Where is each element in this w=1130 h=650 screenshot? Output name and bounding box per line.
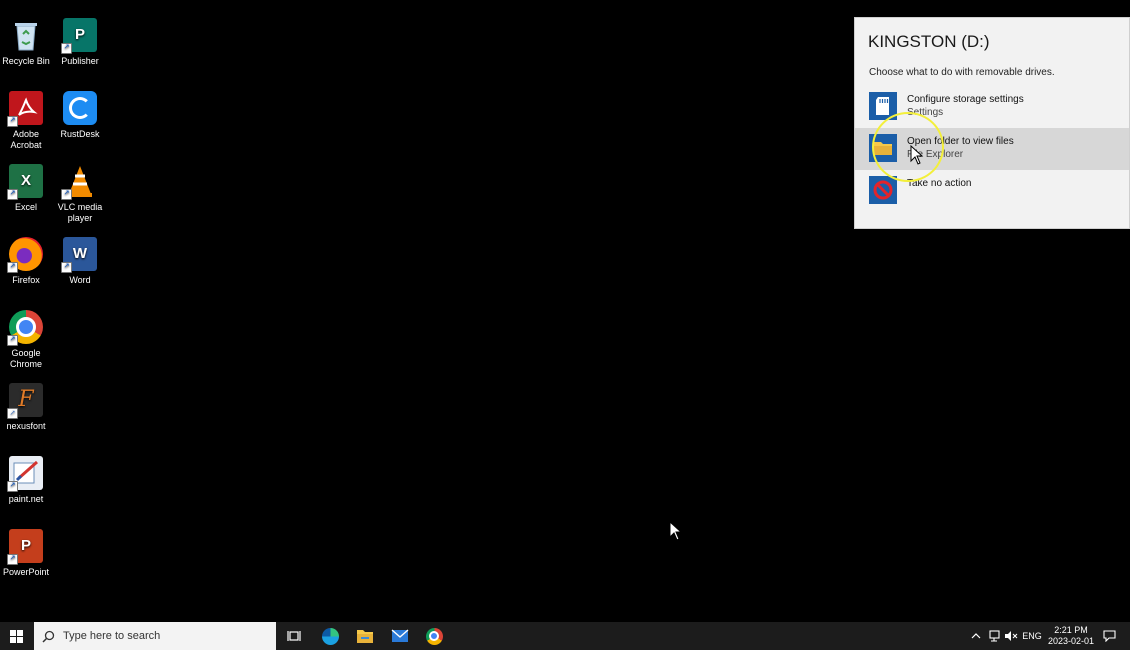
shortcut-arrow-icon: ↗ xyxy=(61,262,72,273)
desktop-icon-adobe-acrobat[interactable]: ↗ Adobe Acrobat xyxy=(0,91,53,150)
chevron-up-icon xyxy=(971,633,981,639)
desktop-icon-label: paint.net xyxy=(8,494,44,504)
desktop-icon-paint-net[interactable]: ↗ paint.net xyxy=(0,456,53,505)
volume-button[interactable] xyxy=(1002,622,1019,650)
rustdesk-icon xyxy=(63,91,97,125)
clock[interactable]: 2:21 PM 2023-02-01 xyxy=(1046,622,1096,650)
windows-logo-icon xyxy=(10,629,23,643)
desktop-icon-label: Excel xyxy=(14,202,37,212)
powerpoint-icon: P ↗ xyxy=(7,529,43,565)
taskbar-edge[interactable] xyxy=(317,622,343,650)
network-status-button[interactable] xyxy=(985,622,1002,650)
desktop-icon-powerpoint[interactable]: P ↗ PowerPoint xyxy=(0,529,53,578)
task-view-button[interactable] xyxy=(282,622,306,650)
desktop-icon-vlc[interactable]: ↗ VLC media player xyxy=(53,164,107,223)
desktop-icon-firefox[interactable]: ↗ Firefox xyxy=(0,237,53,286)
shortcut-arrow-icon: ↗ xyxy=(7,335,18,346)
taskbar-chrome[interactable] xyxy=(421,622,447,650)
shortcut-arrow-icon: ↗ xyxy=(7,408,18,419)
vlc-cone-icon: ↗ xyxy=(61,164,97,200)
clock-time: 2:21 PM xyxy=(1054,625,1088,635)
desktop-icon-excel[interactable]: X ↗ Excel xyxy=(0,164,53,213)
desktop-icon-recycle-bin[interactable]: Recycle Bin xyxy=(0,18,53,67)
excel-icon: X ↗ xyxy=(7,164,43,200)
taskbar-file-explorer[interactable] xyxy=(352,622,378,650)
action-center-button[interactable] xyxy=(1098,622,1120,650)
shortcut-arrow-icon: ↗ xyxy=(7,481,18,492)
desktop-icon-label: PowerPoint xyxy=(2,567,50,577)
desktop-icon-publisher[interactable]: P ↗ Publisher xyxy=(53,18,107,67)
edge-icon xyxy=(321,627,339,645)
volume-muted-icon xyxy=(1004,631,1017,641)
desktop-icon-label: Adobe Acrobat xyxy=(10,129,42,150)
task-view-icon xyxy=(287,631,301,641)
autoplay-subtitle: Choose what to do with removable drives. xyxy=(869,67,1055,78)
shortcut-arrow-icon: ↗ xyxy=(7,116,18,127)
recycle-bin-icon xyxy=(9,18,43,52)
firefox-icon: ↗ xyxy=(7,237,43,273)
chrome-icon xyxy=(425,627,443,645)
taskbar-search-box[interactable]: Type here to search xyxy=(34,622,276,650)
publisher-icon: P ↗ xyxy=(61,18,97,54)
shortcut-arrow-icon: ↗ xyxy=(7,262,18,273)
desktop-icon-label: Word xyxy=(69,275,91,285)
mouse-cursor-icon xyxy=(910,145,924,165)
shortcut-arrow-icon: ↗ xyxy=(61,189,72,200)
start-button[interactable] xyxy=(0,622,33,650)
click-highlight-ring xyxy=(872,112,944,182)
input-language-indicator[interactable]: ENG xyxy=(1021,622,1043,650)
paint-net-icon: ↗ xyxy=(7,456,43,492)
chrome-icon: ↗ xyxy=(7,310,43,346)
desktop-icon-label: RustDesk xyxy=(60,129,100,139)
desktop-icon-label: Firefox xyxy=(12,275,40,285)
desktop-icon-word[interactable]: W ↗ Word xyxy=(53,237,107,286)
notification-icon xyxy=(1102,630,1116,642)
mouse-cursor-icon xyxy=(669,521,683,541)
search-icon xyxy=(42,630,55,643)
nexusfont-icon: F ↗ xyxy=(7,383,43,419)
desktop-icon-google-chrome[interactable]: ↗ Google Chrome xyxy=(0,310,53,369)
desktop-icon-label: Google Chrome xyxy=(9,348,42,369)
no-action-icon xyxy=(869,176,897,204)
shortcut-arrow-icon: ↗ xyxy=(7,554,18,565)
desktop-icon-rustdesk[interactable]: RustDesk xyxy=(53,91,107,140)
desktop-icon-label: nexusfont xyxy=(6,421,46,431)
taskbar: Type here to search ENG 2:21 PM 2023-02-… xyxy=(0,622,1130,650)
option-title: Configure storage settings xyxy=(907,94,1024,105)
shortcut-arrow-icon: ↗ xyxy=(7,189,18,200)
acrobat-icon: ↗ xyxy=(7,91,43,127)
desktop-icon-nexusfont[interactable]: F ↗ nexusfont xyxy=(0,383,53,432)
search-placeholder: Type here to search xyxy=(63,630,161,642)
word-icon: W ↗ xyxy=(61,237,97,273)
desktop-icon-label: Recycle Bin xyxy=(2,56,50,66)
clock-date: 2023-02-01 xyxy=(1047,636,1095,646)
show-hidden-icons-button[interactable] xyxy=(969,622,983,650)
mail-icon xyxy=(391,629,409,642)
desktop-icon-label: VLC media player xyxy=(57,202,103,223)
autoplay-title: KINGSTON (D:) xyxy=(868,32,990,51)
folder-icon xyxy=(357,629,373,643)
desktop-icon-label: Publisher xyxy=(61,56,99,66)
taskbar-mail[interactable] xyxy=(387,622,413,650)
network-icon xyxy=(988,630,1000,642)
shortcut-arrow-icon: ↗ xyxy=(61,43,72,54)
